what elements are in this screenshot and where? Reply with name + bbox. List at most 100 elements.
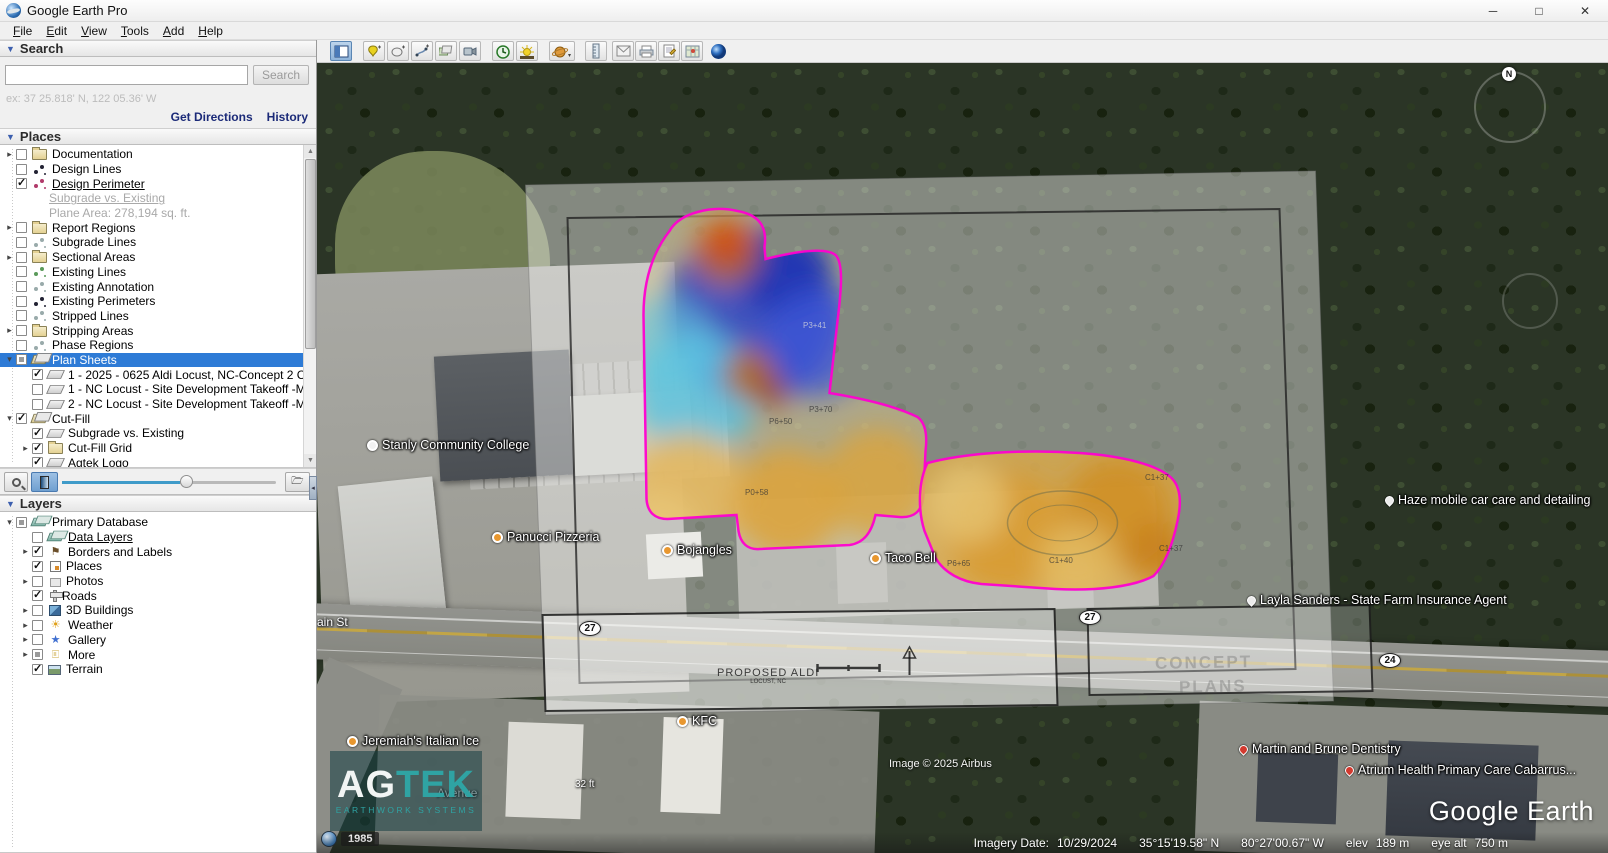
place-pin-icon[interactable] [1237, 743, 1250, 756]
save-image-icon[interactable] [658, 41, 680, 61]
checkbox[interactable] [32, 561, 43, 572]
item-label[interactable]: Stripped Lines [52, 309, 129, 323]
checkbox[interactable] [16, 296, 27, 307]
item-label[interactable]: Design Perimeter [52, 177, 145, 191]
layers-item-primary-database[interactable]: ▾Primary Database [0, 515, 316, 530]
places-item-plan-sheet-2[interactable]: 1 - NC Locust - Site Development Takeoff… [0, 382, 316, 397]
place-label-dentistry[interactable]: Martin and Brune Dentistry [1239, 742, 1401, 756]
layers-item-weather[interactable]: ▸☀Weather [0, 618, 316, 633]
item-label[interactable]: Roads [62, 589, 97, 603]
place-label-state-farm[interactable]: Layla Sanders - State Farm Insurance Age… [1247, 593, 1507, 607]
item-label[interactable]: Photos [66, 574, 103, 588]
ruler-icon[interactable] [585, 41, 607, 61]
layers-item-data-layers[interactable]: Data Layers [0, 530, 316, 545]
checkbox[interactable] [32, 532, 43, 543]
place-label-bojangles[interactable]: Bojangles [662, 543, 732, 557]
item-label[interactable]: Subgrade vs. Existing [49, 191, 165, 205]
opacity-slider[interactable] [62, 481, 276, 484]
layers-panel-header[interactable]: ▼ Layers [0, 495, 316, 512]
checkbox[interactable] [32, 649, 43, 660]
item-label[interactable]: Gallery [68, 633, 106, 647]
polygon-icon[interactable] [387, 41, 409, 61]
earth-orb-icon[interactable] [707, 41, 729, 61]
collapse-triangle-icon[interactable]: ▼ [6, 499, 15, 509]
layers-item-gallery[interactable]: ▸★Gallery [0, 633, 316, 648]
places-item-documentation[interactable]: ▸Documentation [0, 147, 316, 162]
add-folder-button[interactable]: 🗁 [285, 472, 310, 492]
place-dot-icon[interactable] [492, 532, 503, 543]
sidebar-collapse-tab[interactable]: ◂ [309, 476, 317, 500]
place-label-kfc[interactable]: KFC [677, 714, 717, 728]
places-item-plan-sheet-1[interactable]: 1 - 2025 - 0625 Aldi Locust, NC-Concept … [0, 367, 316, 382]
places-item-plan-sheets-selected[interactable]: ▾Plan Sheets [0, 353, 316, 368]
checkbox[interactable] [16, 517, 27, 528]
item-label[interactable]: Existing Annotation [52, 280, 154, 294]
menu-view[interactable]: View [74, 24, 114, 38]
place-label-haze-car-care[interactable]: Haze mobile car care and detailing [1385, 493, 1590, 507]
expander-icon[interactable]: ▸ [4, 252, 15, 263]
search-input[interactable] [5, 65, 248, 85]
places-item-subgrade-vs-existing[interactable]: Subgrade vs. Existing [0, 426, 316, 441]
place-pin-icon[interactable] [1245, 594, 1258, 607]
checkbox[interactable] [32, 605, 43, 616]
view-in-maps-icon[interactable] [681, 41, 703, 61]
layers-item-places[interactable]: Places [0, 559, 316, 574]
places-item-stripped-lines[interactable]: Stripped Lines [0, 309, 316, 324]
item-label[interactable]: Phase Regions [52, 338, 133, 352]
search-places-button[interactable] [4, 472, 28, 492]
item-label[interactable]: Documentation [52, 147, 133, 161]
places-item-sectional-areas[interactable]: ▸ Sectional Areas [0, 250, 316, 265]
place-dot-icon[interactable] [870, 553, 881, 564]
place-pin-icon[interactable] [1383, 494, 1396, 507]
expander-icon[interactable]: ▸ [4, 325, 15, 336]
checkbox[interactable] [32, 546, 43, 557]
checkbox[interactable] [16, 178, 27, 189]
close-button[interactable]: ✕ [1562, 0, 1608, 21]
places-panel-header[interactable]: ▼ Places [0, 128, 316, 145]
places-item-existing-perimeters[interactable]: Existing Perimeters [0, 294, 316, 309]
expander-icon[interactable]: ▸ [20, 576, 31, 587]
place-label-stanly-community-college[interactable]: Stanly Community College [367, 438, 529, 452]
checkbox[interactable] [16, 325, 27, 336]
item-label[interactable]: Terrain [66, 662, 103, 676]
planets-icon[interactable] [549, 41, 575, 61]
sunlight-icon[interactable] [516, 41, 538, 61]
checkbox[interactable] [16, 340, 27, 351]
checkbox[interactable] [32, 369, 43, 380]
menu-help[interactable]: Help [191, 24, 230, 38]
move-joystick[interactable] [1502, 273, 1558, 329]
item-label[interactable]: Data Layers [68, 530, 133, 544]
collapse-triangle-icon[interactable]: ▼ [6, 44, 15, 54]
item-label[interactable]: Existing Lines [52, 265, 126, 279]
menu-add[interactable]: Add [156, 24, 191, 38]
places-subitem-subgrade-vs-existing[interactable]: Subgrade vs. Existing [0, 191, 316, 206]
collapse-triangle-icon[interactable]: ▼ [6, 132, 15, 142]
places-item-existing-annotation[interactable]: Existing Annotation [0, 279, 316, 294]
checkbox[interactable] [16, 354, 27, 365]
checkbox[interactable] [16, 222, 27, 233]
checkbox[interactable] [32, 664, 43, 675]
places-item-design-perimeter[interactable]: Design Perimeter [0, 176, 316, 191]
item-label[interactable]: Places [66, 559, 102, 573]
scroll-down-icon[interactable]: ▼ [304, 454, 316, 467]
places-item-stripping-areas[interactable]: ▸ Stripping Areas [0, 323, 316, 338]
expander-icon[interactable]: ▸ [20, 634, 31, 645]
place-pin-icon[interactable] [1343, 764, 1356, 777]
places-item-plan-sheet-3[interactable]: 2 - NC Locust - Site Development Takeoff… [0, 397, 316, 412]
item-label[interactable]: 1 - 2025 - 0625 Aldi Locust, NC-Concept … [68, 368, 316, 382]
sidebar-toggle-icon[interactable] [330, 41, 352, 61]
item-label[interactable]: Stripping Areas [52, 324, 133, 338]
item-label[interactable]: 3D Buildings [66, 603, 133, 617]
scrollbar-thumb[interactable] [305, 159, 316, 349]
item-label[interactable]: Sectional Areas [52, 250, 135, 264]
place-label-jeremiahs[interactable]: Jeremiah's Italian Ice [347, 734, 479, 748]
item-label[interactable]: Report Regions [52, 221, 135, 235]
get-directions-link[interactable]: Get Directions [171, 110, 253, 124]
layers-item-more[interactable]: ▸🗉More [0, 647, 316, 662]
search-button[interactable]: Search [253, 65, 309, 85]
layers-item-terrain[interactable]: Terrain [0, 662, 316, 677]
scroll-up-icon[interactable]: ▲ [304, 145, 316, 158]
checkbox[interactable] [16, 252, 27, 263]
item-label[interactable]: More [68, 648, 95, 662]
checkbox[interactable] [16, 310, 27, 321]
